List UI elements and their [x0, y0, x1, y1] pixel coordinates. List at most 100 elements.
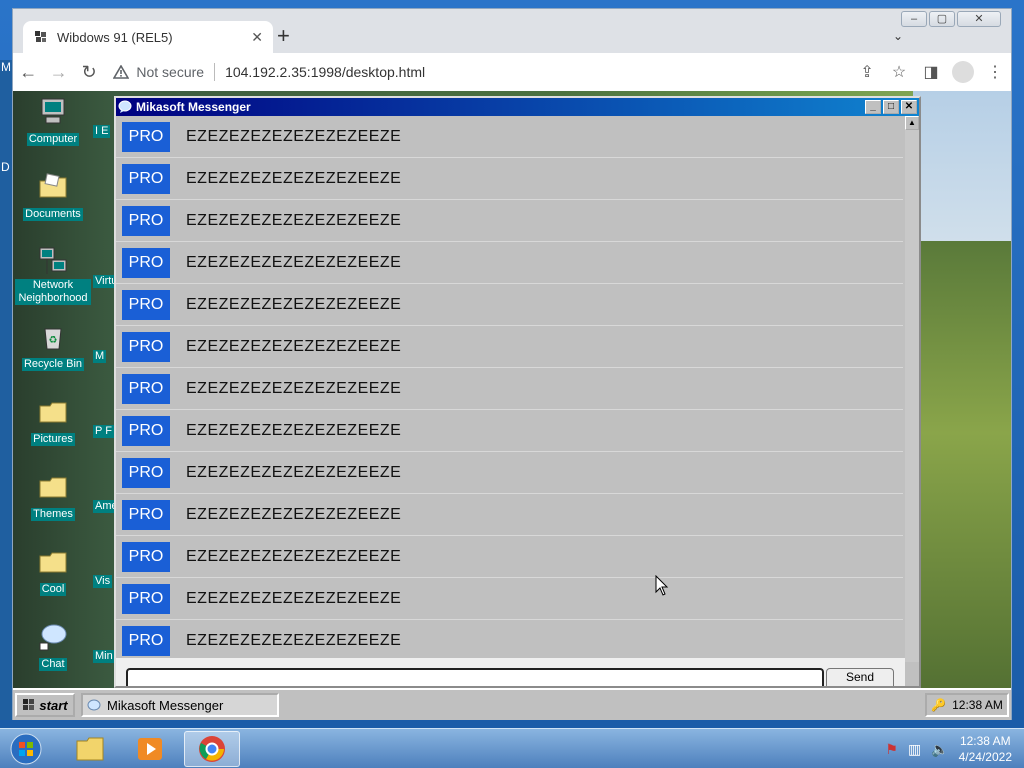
desktop-icon-themes[interactable]: Themes: [15, 466, 91, 538]
minimize-button[interactable]: –: [901, 11, 927, 27]
messenger-titlebar[interactable]: Mikasoft Messenger _ □ ✕: [116, 98, 919, 116]
share-icon[interactable]: ⇪: [851, 56, 883, 88]
message-row: PRO EZEZEZEZEZEZEZEZEEZE: [116, 200, 903, 242]
message-list[interactable]: PRO EZEZEZEZEZEZEZEZEEZE PRO EZEZEZEZEZEZEZ…: [116, 116, 903, 662]
explorer-pinned-icon[interactable]: [62, 731, 118, 767]
desktop-icon-label: I E: [93, 125, 111, 138]
windows-start-orb-icon[interactable]: [6, 731, 46, 767]
clock-time: 12:38 AM: [959, 734, 1011, 748]
network-tray-icon[interactable]: ▥: [908, 741, 921, 758]
host-edge-letter: M: [1, 60, 11, 74]
pro-badge: PRO: [122, 415, 170, 446]
message-text: EZEZEZEZEZEZEZEZEEZE: [186, 211, 402, 229]
pro-badge: PRO: [122, 121, 170, 152]
desktop-icon-label: Min: [93, 650, 115, 663]
clock-date: 4/24/2022: [958, 750, 1012, 764]
message-text: EZEZEZEZEZEZEZEZEEZE: [186, 589, 402, 607]
tab-title: Wibdows 91 (REL5): [57, 29, 173, 45]
reload-icon[interactable]: ↻: [74, 56, 104, 88]
scroll-up-arrow-icon[interactable]: ▲: [905, 116, 919, 130]
desktop-icon-chat[interactable]: Chat: [15, 616, 91, 688]
media-player-pinned-icon[interactable]: [122, 731, 178, 767]
messenger-window-controls: _ □ ✕: [865, 100, 917, 114]
desktop-icon-label: Cool: [39, 583, 67, 596]
recycle-bin-icon: ♻: [37, 320, 69, 352]
desktop-icon-label: Vis: [93, 575, 113, 588]
forward-arrow-icon[interactable]: →: [43, 56, 73, 88]
host-edge-letter: D: [1, 160, 10, 174]
browser-tab[interactable]: Wibdows 91 (REL5) ✕: [23, 21, 273, 53]
wibdows-taskbar: start Mikasoft Messenger 🔑 12:38 AM: [13, 688, 1011, 720]
url-text[interactable]: 104.192.2.35:1998/desktop.html: [225, 64, 425, 80]
messenger-minimize-button[interactable]: _: [865, 100, 881, 114]
chat-bubble-icon: [37, 620, 69, 652]
start-button[interactable]: start: [15, 693, 75, 717]
desktop-icon-network-neighborhood[interactable]: Network Neighborhood: [15, 241, 91, 313]
pro-badge: PRO: [122, 205, 170, 236]
start-label: start: [39, 697, 68, 713]
windows7-tray: ⚑ ▥ 🔈 12:38 AM 4/24/2022: [885, 729, 1012, 768]
new-tab-icon[interactable]: +: [277, 25, 290, 47]
message-list-scrollbar[interactable]: ▲: [905, 116, 919, 662]
messenger-task-icon: [87, 698, 101, 712]
desktop-icon-recycle-bin[interactable]: ♻ Recycle Bin: [15, 316, 91, 388]
back-arrow-icon[interactable]: ←: [13, 56, 43, 88]
messenger-close-button[interactable]: ✕: [901, 100, 917, 114]
desktop-icon-label: Network Neighborhood: [15, 279, 91, 305]
windows7-taskbar: ⚑ ▥ 🔈 12:38 AM 4/24/2022: [0, 728, 1024, 768]
tray-key-icon[interactable]: 🔑: [931, 698, 946, 712]
desktop-icon-pictures[interactable]: Pictures: [15, 391, 91, 463]
message-text: EZEZEZEZEZEZEZEZEEZE: [186, 127, 402, 145]
message-row: PRO EZEZEZEZEZEZEZEZEEZE: [116, 284, 903, 326]
desktop-icon-label: Documents: [23, 208, 83, 221]
window-controls: – ▢ ✕: [901, 11, 1001, 27]
desktop-icon-label: Themes: [31, 508, 75, 521]
profile-avatar-icon[interactable]: [947, 56, 979, 88]
side-panel-icon[interactable]: ◨: [915, 56, 947, 88]
desktop-icon-label: P F: [93, 425, 114, 438]
network-icon: [37, 245, 69, 277]
send-button[interactable]: Send: [826, 668, 894, 686]
pro-badge: PRO: [122, 457, 170, 488]
address-bar[interactable]: Not secure 104.192.2.35:1998/desktop.htm…: [112, 57, 846, 87]
action-center-flag-icon[interactable]: ⚑: [885, 741, 898, 758]
menu-kebab-icon[interactable]: ⋮: [979, 56, 1011, 88]
desktop-icon-computer[interactable]: Computer: [15, 91, 91, 163]
taskbar-item-messenger[interactable]: Mikasoft Messenger: [81, 693, 279, 717]
pro-badge: PRO: [122, 163, 170, 194]
page-viewport: Computer Documents Network Neighborhood …: [13, 91, 1011, 720]
messenger-maximize-button[interactable]: □: [883, 100, 899, 114]
folder-documents-icon: [37, 170, 69, 202]
message-compose-bar: Send: [116, 658, 905, 686]
message-row: PRO EZEZEZEZEZEZEZEZEEZE: [116, 452, 903, 494]
desktop-icon-cool[interactable]: Cool: [15, 541, 91, 613]
messenger-app-icon: [118, 100, 132, 114]
desktop-icon-documents[interactable]: Documents: [15, 166, 91, 238]
maximize-button[interactable]: ▢: [929, 11, 955, 27]
message-text: EZEZEZEZEZEZEZEZEEZE: [186, 421, 402, 439]
desktop-icon-label: Pictures: [31, 433, 75, 446]
pro-badge: PRO: [122, 247, 170, 278]
bookmark-star-icon[interactable]: ☆: [883, 56, 915, 88]
svg-text:♻: ♻: [49, 335, 58, 346]
message-text: EZEZEZEZEZEZEZEZEEZE: [186, 295, 402, 313]
taskbar-item-label: Mikasoft Messenger: [107, 697, 224, 713]
message-input[interactable]: [126, 668, 824, 686]
volume-speaker-icon[interactable]: 🔈: [931, 741, 948, 758]
tab-search-chevron-icon[interactable]: ⌄: [893, 29, 903, 43]
desktop-icon-label: Recycle Bin: [21, 358, 85, 371]
folder-cool-icon: [37, 545, 69, 577]
not-secure-label[interactable]: Not secure: [136, 64, 204, 80]
warning-triangle-icon[interactable]: [112, 63, 130, 81]
tab-close-icon[interactable]: ✕: [251, 29, 263, 46]
message-row: PRO EZEZEZEZEZEZEZEZEEZE: [116, 536, 903, 578]
pro-badge: PRO: [122, 373, 170, 404]
wibdows-tray: 🔑 12:38 AM: [925, 693, 1009, 717]
system-clock[interactable]: 12:38 AM 4/24/2022: [959, 733, 1012, 765]
mouse-cursor-icon: [655, 575, 669, 596]
messenger-window: Mikasoft Messenger _ □ ✕ PRO EZEZEZEZEZEZ…: [114, 96, 921, 688]
close-window-button[interactable]: ✕: [957, 11, 1001, 27]
chrome-pinned-icon[interactable]: [184, 731, 240, 767]
tab-strip: Wibdows 91 (REL5) ✕ + ⌄ – ▢ ✕: [13, 9, 1011, 53]
host-desktop-edge: M D: [0, 60, 12, 720]
